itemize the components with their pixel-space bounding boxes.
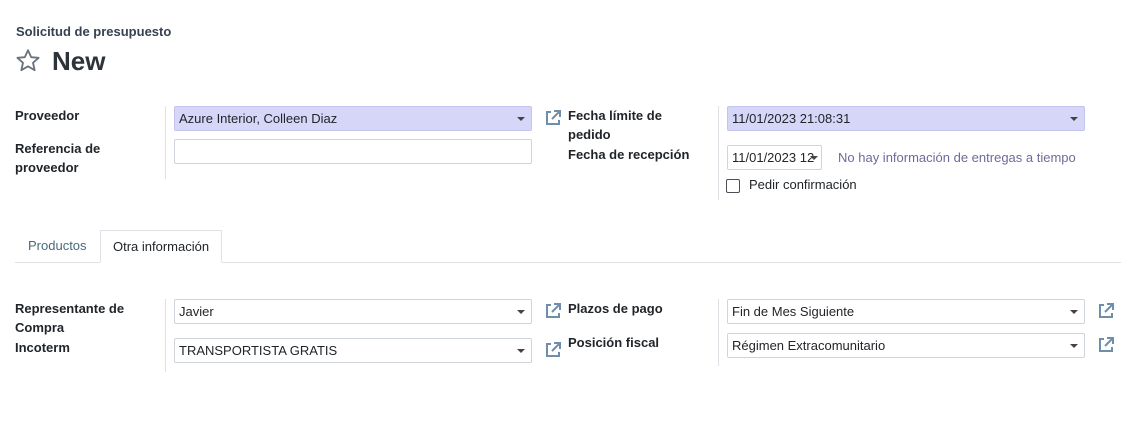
posicion-value: Régimen Extracomunitario [732, 338, 886, 353]
proveedor-select[interactable]: Azure Interior, Colleen Diaz [174, 106, 532, 131]
tab-productos[interactable]: Productos [16, 230, 99, 263]
separator [165, 299, 166, 372]
fecha-recepcion-label: Fecha de recepción [568, 147, 690, 162]
tab-otra-informacion[interactable]: Otra información [100, 230, 223, 263]
incoterm-label: Incoterm [15, 340, 70, 355]
fecha-limite-label: Fecha límite de pedido [568, 108, 662, 142]
caret-down-icon [1070, 344, 1078, 348]
representante-select[interactable]: Javier [174, 299, 532, 324]
plazos-value: Fin de Mes Siguiente [732, 304, 855, 319]
referencia-label: Referencia de proveedor [15, 141, 101, 175]
fecha-recepcion-value: 11/01/2023 12 [732, 150, 815, 165]
pedir-confirmacion-label[interactable]: Pedir confirmación [749, 177, 857, 192]
caret-down-icon [1070, 117, 1078, 121]
representante-label: Representante de Compra [15, 301, 125, 335]
incoterm-value: TRANSPORTISTA GRATIS [179, 343, 338, 358]
external-link-icon[interactable] [1096, 301, 1116, 321]
incoterm-select[interactable]: TRANSPORTISTA GRATIS [174, 338, 532, 363]
representante-value: Javier [179, 304, 214, 319]
caret-down-icon [517, 117, 525, 121]
fecha-recepcion-input[interactable]: 11/01/2023 12 [727, 145, 822, 170]
pedir-confirmacion-checkbox[interactable] [726, 179, 740, 193]
caret-down-icon [810, 156, 818, 160]
caret-down-icon [517, 310, 525, 314]
caret-down-icon [1070, 310, 1078, 314]
separator [718, 299, 719, 366]
caret-down-icon [517, 349, 525, 353]
referencia-input[interactable] [174, 139, 532, 164]
plazos-select[interactable]: Fin de Mes Siguiente [727, 299, 1085, 324]
plazos-label: Plazos de pago [568, 301, 663, 316]
external-link-icon[interactable] [543, 108, 563, 128]
entregas-info: No hay información de entregas a tiempo [838, 150, 1076, 165]
proveedor-value: Azure Interior, Colleen Diaz [179, 111, 338, 126]
posicion-label: Posición fiscal [568, 335, 660, 350]
separator [165, 106, 166, 179]
external-link-icon[interactable] [1096, 335, 1116, 355]
external-link-icon[interactable] [543, 301, 563, 321]
star-icon[interactable] [14, 47, 42, 75]
fecha-limite-value: 11/01/2023 21:08:31 [732, 111, 851, 126]
breadcrumb[interactable]: Solicitud de presupuesto [16, 24, 171, 39]
proveedor-label: Proveedor [15, 108, 80, 123]
posicion-select[interactable]: Régimen Extracomunitario [727, 333, 1085, 358]
separator [718, 106, 719, 200]
external-link-icon[interactable] [543, 340, 563, 360]
page-title: New [52, 46, 106, 76]
fecha-limite-select[interactable]: 11/01/2023 21:08:31 [727, 106, 1085, 131]
